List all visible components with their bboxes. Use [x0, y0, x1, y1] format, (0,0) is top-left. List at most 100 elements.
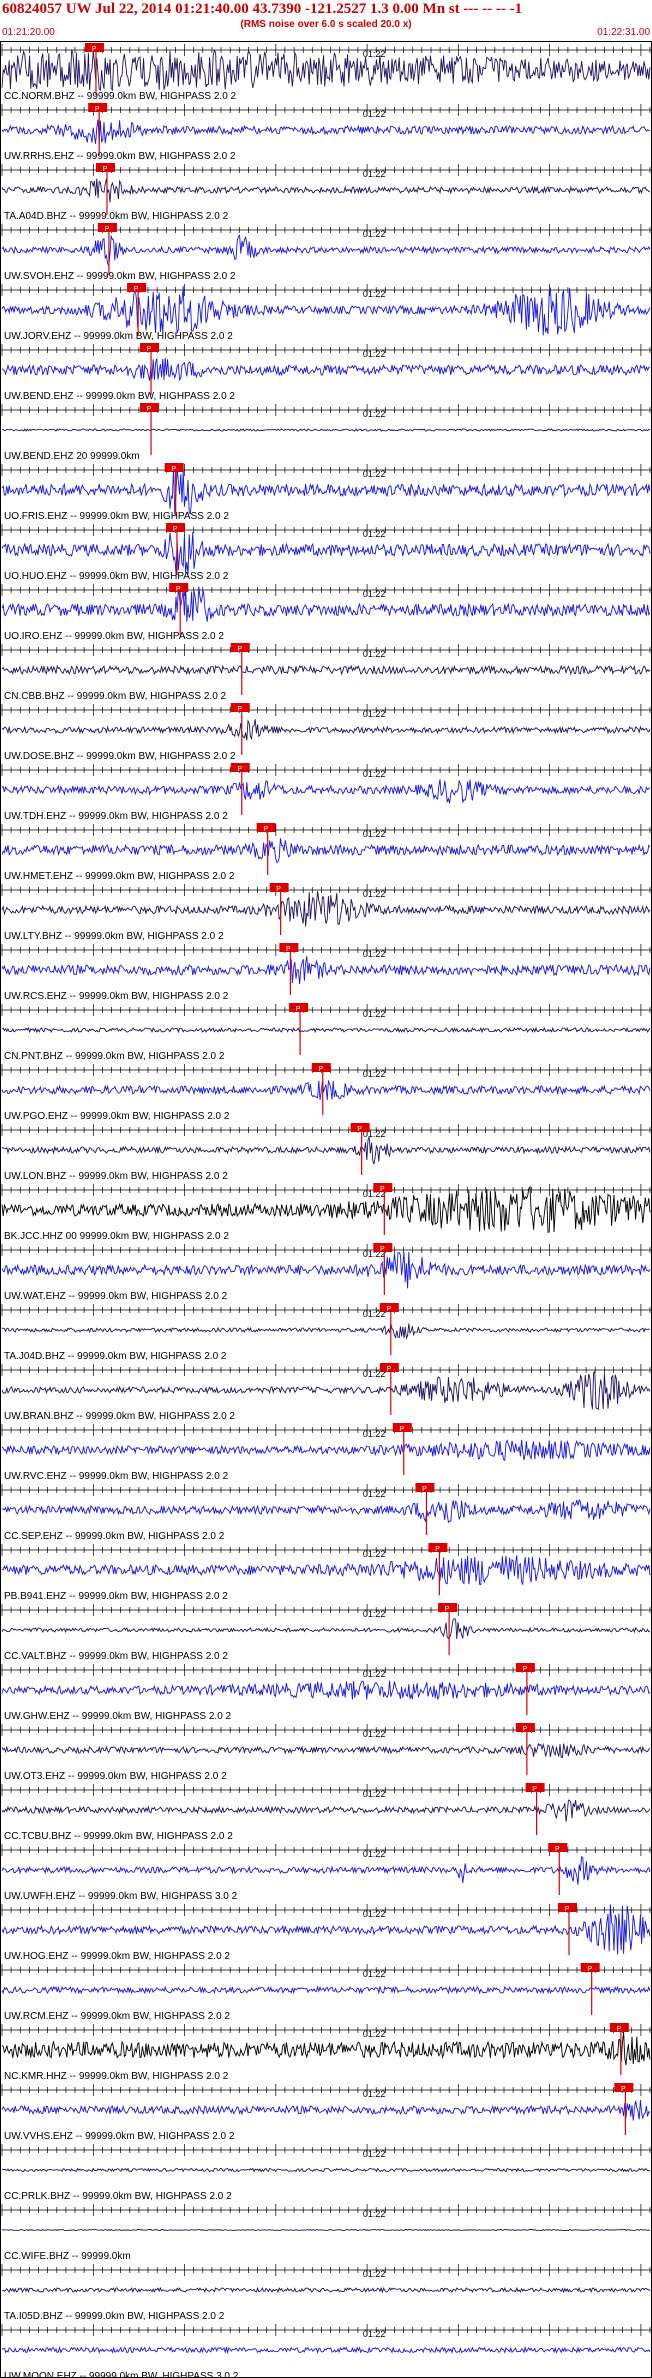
- pick-flag-label: P: [147, 346, 152, 353]
- minute-label: 01:22: [363, 169, 386, 179]
- waveform: [1, 234, 651, 268]
- minute-label: 01:22: [363, 829, 386, 839]
- waveform: [1, 357, 651, 382]
- pick-flag-label: P: [173, 526, 178, 533]
- station-label: UW.OT3.EHZ -- 99999.0km BW, HIGHPASS 2.0…: [4, 1771, 227, 1782]
- waveform: [1, 1680, 651, 1701]
- station-label: UW.BEND.EHZ -- 99999.0km BW, HIGHPASS 2.…: [4, 391, 235, 402]
- minute-label: 01:22: [363, 1969, 386, 1979]
- pick-flag-label: P: [532, 1786, 537, 1793]
- waveform: [1, 585, 651, 622]
- minute-label: 01:22: [363, 229, 386, 239]
- station-label: UW.SVOH.EHZ -- 99999.0km BW, HIGHPASS 2.…: [4, 271, 236, 282]
- minute-label: 01:22: [363, 1549, 386, 1559]
- station-label: UO.HUO.EHZ -- 99999.0km BW, HIGHPASS 2.0…: [4, 571, 229, 582]
- waveform: [1, 2100, 651, 2121]
- waveform: [1, 1136, 651, 1165]
- minute-label: 01:22: [363, 109, 386, 119]
- waveform: [1, 2031, 651, 2066]
- station-label: UW.GHW.EHZ -- 99999.0km BW, HIGHPASS 2.0…: [4, 1711, 232, 1722]
- waveform: [1, 531, 651, 575]
- minute-label: 01:22: [363, 889, 386, 899]
- station-label: TA.A04D.BHZ -- 99999.0km BW, HIGHPASS 2.…: [4, 211, 229, 222]
- pick-flag-label: P: [263, 826, 268, 833]
- waveform: [1, 2345, 651, 2355]
- trace-row: 01:22 UO.FRIS.EHZ -- 99999.0km BW, HIGHPA…: [0, 463, 652, 522]
- trace-row: 01:22 NC.KMR.HHZ -- 99999.0km BW, HIGHPAS…: [0, 2023, 652, 2082]
- minute-label: 01:22: [363, 1729, 386, 1739]
- minute-label: 01:22: [363, 2089, 386, 2099]
- minute-label: 01:22: [363, 2209, 386, 2219]
- trace-row: 01:22TA.J04D.BHZ -- 99999.0km BW, HIGHPA…: [0, 1303, 652, 1362]
- trace-row: 01:22 TA.I05D.BHZ -- 99999.0km BW, HIGHPA…: [0, 2264, 652, 2322]
- minute-label: 01:22: [363, 1069, 386, 1079]
- station-label: CN.CBB.BHZ -- 99999.0km BW, HIGHPASS 2.0…: [4, 691, 227, 702]
- minute-label: 01:22: [363, 1429, 386, 1439]
- station-label: UW.RRHS.EHZ -- 99999.0km BW, HIGHPASS 2.…: [4, 151, 236, 162]
- waveform: [1, 1618, 651, 1640]
- pick-flag-label: P: [237, 646, 242, 653]
- trace-row: 01:22 UW.RVC.EHZ -- 99999.0km BW, HIGHPAS…: [0, 1423, 652, 1482]
- event-title: 60824057 UW Jul 22, 2014 01:21:40.00 43.…: [2, 1, 523, 17]
- trace-row: 01:22 UW.DOSE.BHZ -- 99999.0km BW, HIGHPA…: [0, 703, 652, 762]
- trace-row: 01:22 UO.HUO.EHZ -- 99999.0km BW, HIGHPAS…: [0, 523, 652, 582]
- pick-flag-label: P: [171, 466, 176, 473]
- pick-flag-label: P: [555, 1846, 560, 1853]
- waveform: [1, 838, 651, 863]
- waveform: [1, 719, 651, 741]
- pick-flag-label: P: [357, 1126, 362, 1133]
- pick-flag-label: P: [318, 1066, 323, 1073]
- station-label: BK.JCC.HHZ 00 99999.0km BW, HIGHPASS 2.0…: [4, 1231, 229, 1242]
- trace-row: 01:22 UW.JORV.EHZ -- 99999.0km BW, HIGHPA…: [0, 283, 652, 342]
- waveform: [1, 1185, 651, 1233]
- trace-row: 01:22 CN.CBB.BHZ -- 99999.0km BW, HIGHPAS…: [0, 643, 652, 702]
- station-label: UW.BRAN.BHZ -- 99999.0km BW, HIGHPASS 2.…: [4, 1411, 235, 1422]
- trace-row: 01:22 UW.SVOH.EHZ -- 99999.0km BW, HIGHPA…: [0, 223, 652, 282]
- trace-row: 01:22 UW.LTY.BHZ -- 99999.0km BW, HIGHPAS…: [0, 883, 652, 942]
- waveform: [1, 2167, 651, 2173]
- waveform: [1, 1799, 651, 1822]
- minute-label: 01:22: [363, 1669, 386, 1679]
- station-label: UW.VVHS.EHZ -- 99999.0km BW, HIGHPASS 2.…: [4, 2131, 235, 2142]
- waveform: [1, 779, 651, 804]
- pick-flag-label: P: [286, 946, 291, 953]
- waveform: [1, 1985, 651, 1995]
- trace-row: 01:22 TA.A04D.BHZ -- 99999.0km BW, HIGHPA…: [0, 163, 652, 222]
- pick-flag-label: P: [523, 1666, 528, 1673]
- trace-row: 01:22 CC.PRLK.BHZ -- 99999.0km BW, HIGHPA…: [0, 2144, 652, 2202]
- minute-label: 01:22: [363, 949, 386, 959]
- minute-label: 01:22: [363, 2329, 386, 2339]
- waveform: [1, 956, 651, 985]
- pick-flag-label: P: [386, 1366, 391, 1373]
- station-label: UW.PGO.EHZ -- 99999.0km BW, HIGHPASS 2.0…: [4, 1111, 230, 1122]
- station-label: UW.JORV.EHZ -- 99999.0km BW, HIGHPASS 2.…: [4, 331, 233, 342]
- start-time: 01:21:20.00: [2, 27, 55, 38]
- minute-label: 01:22: [363, 1789, 386, 1799]
- trace-row: 01:22 PB.B941.EHZ -- 99999.0km BW, HIGHPA…: [0, 1543, 652, 1602]
- pick-flag-label: P: [176, 586, 181, 593]
- trace-row: 01:22 UW.HOG.EHZ -- 99999.0km BW, HIGHPAS…: [0, 1903, 652, 1962]
- station-label: UW.HOG.EHZ -- 99999.0km BW, HIGHPASS 2.0…: [4, 1951, 230, 1962]
- pick-flag-label: P: [587, 1966, 592, 1973]
- station-label: UW.HMET.EHZ -- 99999.0km BW, HIGHPASS 2.…: [4, 871, 235, 882]
- minute-label: 01:22: [363, 289, 386, 299]
- station-label: CC.SEP.EHZ -- 99999.0km BW, HIGHPASS 2.0…: [4, 1531, 225, 1542]
- station-label: UW.TDH.EHZ -- 99999.0km BW, HIGHPASS 2.0…: [4, 811, 228, 822]
- trace-row: 01:22 UW.MOON.EHZ -- 99999.0km BW, HIGHPA…: [0, 2324, 652, 2378]
- trace-row: 01:22 CC.NORM.BHZ -- 99999.0km BW, HIGHPA…: [0, 43, 652, 102]
- trace-row: 01:22UW.BRAN.BHZ -- 99999.0km BW, HIGHPA…: [0, 1363, 652, 1422]
- minute-label: 01:22: [363, 1909, 386, 1919]
- minute-label: 01:22: [363, 2029, 386, 2039]
- waveform: [1, 286, 651, 336]
- station-label: UW.DOSE.BHZ -- 99999.0km BW, HIGHPASS 2.…: [4, 751, 236, 762]
- station-label: PB.B941.EHZ -- 99999.0km BW, HIGHPASS 2.…: [4, 1591, 228, 1602]
- waveform: [1, 466, 651, 515]
- pick-flag-label: P: [237, 766, 242, 773]
- station-label: UW.MOON.EHZ -- 99999.0km BW, HIGHPASS 3.…: [4, 2371, 239, 2378]
- waveform: [1, 178, 651, 203]
- pick-flag-label: P: [435, 1546, 440, 1553]
- trace-row: 01:22 CC.VALT.BHZ -- 99999.0km BW, HIGHPA…: [0, 1603, 652, 1662]
- trace-row: 01:22 CC.SEP.EHZ -- 99999.0km BW, HIGHPAS…: [0, 1483, 652, 1542]
- pick-flag-label: P: [103, 166, 108, 173]
- trace-row: 01:22 UW.RCM.EHZ -- 99999.0km BW, HIGHPAS…: [0, 1963, 652, 2022]
